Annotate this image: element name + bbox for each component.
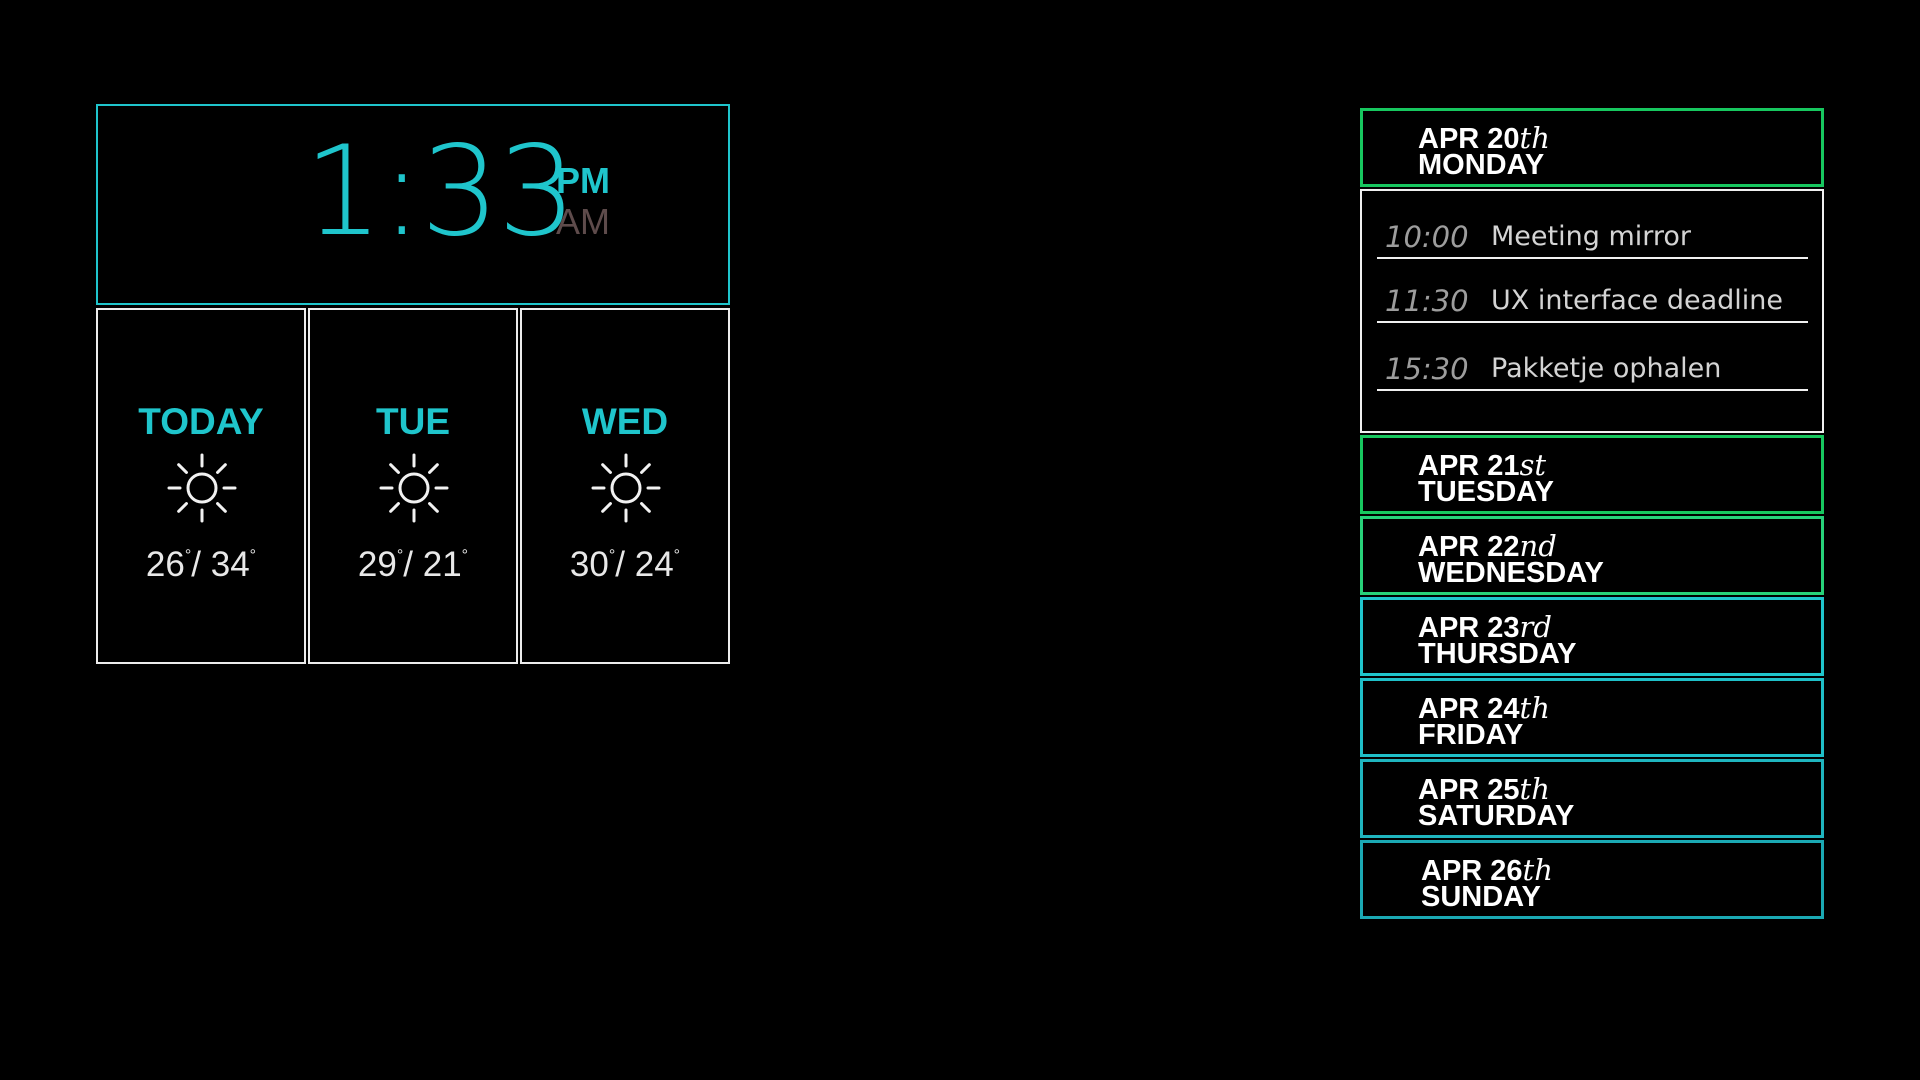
calendar-agenda: APR 20th MONDAY 10:00 Meeting mirror 11:… — [1360, 108, 1824, 921]
day-weekday: TUESDAY — [1418, 476, 1554, 508]
sun-icon — [591, 453, 661, 523]
pm-indicator: PM — [556, 160, 610, 201]
weather-card-wed: WED 30°/ 24° — [520, 308, 730, 664]
smart-mirror-screen: 1:33 PM AM TODAY 26°/ 34° TUE 29°/ 21° W… — [0, 0, 1920, 1080]
day-date: APR 26th — [1421, 853, 1553, 887]
clock-time: 1:33 — [304, 120, 576, 264]
day-weekday: WEDNESDAY — [1418, 557, 1604, 589]
event-item[interactable]: 15:30 Pakketje ophalen — [1377, 337, 1808, 391]
sun-ray — [389, 502, 400, 513]
day-weekday: SATURDAY — [1418, 800, 1575, 832]
day-date: APR 24th — [1418, 691, 1550, 725]
day-weekday: FRIDAY — [1418, 719, 1524, 751]
day-card-apr-25[interactable]: APR 25th SATURDAY — [1360, 759, 1824, 838]
weather-day-label: TUE — [376, 401, 450, 442]
event-item[interactable]: 11:30 UX interface deadline — [1377, 269, 1808, 323]
day-card-apr-20[interactable]: APR 20th MONDAY — [1360, 108, 1824, 187]
weather-temperature: 29°/ 21° — [357, 545, 469, 584]
day-date: APR 23rd — [1418, 610, 1552, 644]
sun-ray — [216, 502, 227, 513]
day-weekday: THURSDAY — [1418, 638, 1577, 670]
sun-icon — [379, 453, 449, 523]
sun-ray — [177, 502, 188, 513]
sun-ray — [640, 463, 651, 474]
am-indicator: AM — [556, 201, 610, 242]
event-time: 15:30 — [1385, 352, 1469, 386]
weather-day-label: WED — [581, 401, 669, 442]
weather-day-label: TODAY — [138, 401, 264, 442]
day-weekday: SUNDAY — [1421, 881, 1541, 913]
event-time: 10:00 — [1385, 220, 1469, 254]
day-card-apr-23[interactable]: APR 23rd THURSDAY — [1360, 597, 1824, 676]
day-date: APR 25th — [1418, 772, 1550, 806]
sun-core — [610, 472, 642, 504]
events-list: 10:00 Meeting mirror 11:30 UX interface … — [1360, 189, 1824, 433]
sun-ray — [428, 463, 439, 474]
sun-ray — [601, 502, 612, 513]
sun-ray — [216, 463, 227, 474]
day-card-apr-24[interactable]: APR 24th FRIDAY — [1360, 678, 1824, 757]
sun-core — [186, 472, 218, 504]
day-card-apr-22[interactable]: APR 22nd WEDNESDAY — [1360, 516, 1824, 595]
weather-temperature: 26°/ 34° — [145, 545, 257, 584]
sun-ray — [640, 502, 651, 513]
clock-panel: 1:33 PM AM — [96, 104, 730, 305]
weather-temperature: 30°/ 24° — [569, 545, 681, 584]
sun-icon — [167, 453, 237, 523]
sun-ray — [177, 463, 188, 474]
day-card-apr-21[interactable]: APR 21st TUESDAY — [1360, 435, 1824, 514]
day-card-apr-26[interactable]: APR 26th SUNDAY — [1360, 840, 1824, 919]
sun-core — [398, 472, 430, 504]
weather-card-today: TODAY 26°/ 34° — [96, 308, 306, 664]
sun-ray — [389, 463, 400, 474]
event-title: Pakketje ophalen — [1491, 353, 1722, 384]
event-item[interactable]: 10:00 Meeting mirror — [1377, 205, 1808, 259]
weather-card-tue: TUE 29°/ 21° — [308, 308, 518, 664]
sun-ray — [428, 502, 439, 513]
day-date: APR 22nd — [1418, 529, 1557, 563]
event-title: Meeting mirror — [1491, 221, 1691, 252]
event-title: UX interface deadline — [1491, 285, 1784, 316]
day-weekday: MONDAY — [1418, 149, 1545, 181]
day-date: APR 20th — [1418, 121, 1550, 155]
sun-ray — [601, 463, 612, 474]
day-date: APR 21st — [1418, 448, 1547, 482]
event-time: 11:30 — [1385, 284, 1469, 318]
